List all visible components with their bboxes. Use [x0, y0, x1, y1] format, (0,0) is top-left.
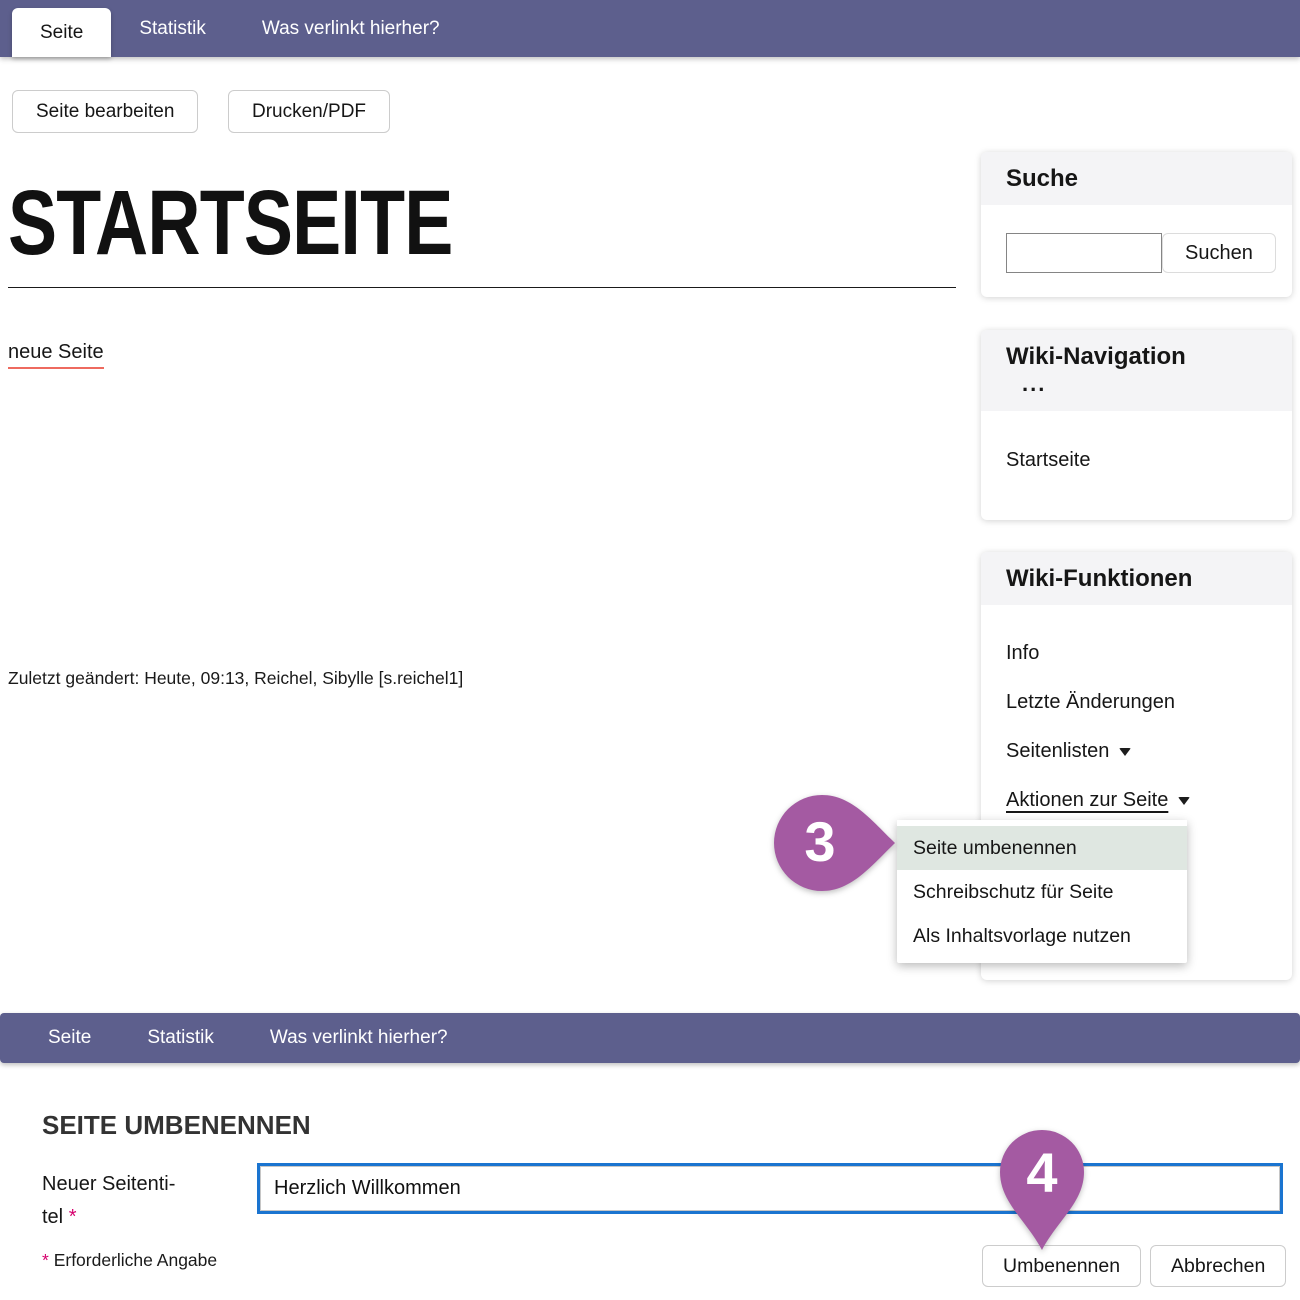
- tab-was-verlinkt-hierher[interactable]: Was verlinkt hierher?: [234, 0, 468, 57]
- top-tab-bar: Seite Statistik Was verlinkt hierher?: [0, 0, 1300, 57]
- tab-was-verlinkt-hierher-2[interactable]: Was verlinkt hierher?: [242, 1013, 476, 1063]
- menu-item-inhaltsvorlage[interactable]: Als Inhaltsvorlage nutzen: [897, 914, 1187, 958]
- tab-label: Seite: [40, 22, 83, 44]
- search-input[interactable]: [1006, 233, 1162, 273]
- last-modified-text: Zuletzt geändert: Heute, 09:13, Reichel,…: [8, 668, 463, 689]
- required-note: * Erforderliche Angabe: [42, 1250, 217, 1271]
- rename-cancel-button[interactable]: Abbrechen: [1150, 1245, 1286, 1287]
- tab-label: Seite: [48, 1027, 91, 1049]
- required-asterisk: *: [42, 1250, 49, 1270]
- wiki-functions-title: Wiki-Funktionen: [1006, 565, 1267, 593]
- search-panel-header: Suche: [981, 152, 1292, 205]
- bottom-tab-bar: Seite Statistik Was verlinkt hierher?: [0, 1013, 1300, 1063]
- rename-form-heading: SEITE UMBENENNEN: [42, 1110, 311, 1141]
- step-number: 4: [1026, 1141, 1057, 1204]
- missing-page-link[interactable]: neue Seite: [8, 341, 104, 369]
- edit-page-button[interactable]: Seite bearbeiten: [12, 90, 198, 133]
- new-title-label: Neuer Seitenti- tel *: [42, 1168, 242, 1234]
- tab-label: Was verlinkt hierher?: [262, 18, 440, 40]
- tab-label: Was verlinkt hierher?: [270, 1027, 448, 1049]
- ellipsis-expander-icon[interactable]: ...: [1006, 371, 1267, 401]
- wiki-navigation-header: Wiki-Navigation ...: [981, 330, 1292, 411]
- new-page-title-input[interactable]: [257, 1163, 1283, 1214]
- step-3-callout: 3: [772, 793, 897, 893]
- function-label: Info: [1006, 642, 1039, 664]
- search-panel: Suche Suchen: [981, 152, 1292, 297]
- tab-label: Statistik: [139, 18, 206, 40]
- wiki-functions-header: Wiki-Funktionen: [981, 552, 1292, 605]
- wiki-navigation-title: Wiki-Navigation: [1006, 343, 1267, 371]
- function-label: Aktionen zur Seite: [1006, 789, 1168, 811]
- label-line1: Neuer Seitenti-: [42, 1173, 175, 1195]
- required-note-text: Erforderliche Angabe: [54, 1250, 217, 1270]
- title-divider: [8, 287, 956, 288]
- page-actions-dropdown-menu: Seite umbenennen Schreibschutz für Seite…: [897, 820, 1187, 963]
- wiki-navigation-panel: Wiki-Navigation ... Startseite: [981, 330, 1292, 520]
- tab-seite[interactable]: Seite: [12, 8, 111, 57]
- function-link-letzte-aenderungen[interactable]: Letzte Änderungen: [1006, 691, 1267, 714]
- search-button[interactable]: Suchen: [1162, 233, 1276, 273]
- step-4-callout: 4: [998, 1128, 1086, 1252]
- page-title: STARTSEITE: [8, 177, 453, 269]
- menu-item-schreibschutz[interactable]: Schreibschutz für Seite: [897, 870, 1187, 914]
- tab-statistik-2[interactable]: Statistik: [119, 1013, 242, 1063]
- caret-down-icon: [1178, 797, 1190, 805]
- wiki-page: Seite Statistik Was verlinkt hierher? Se…: [0, 0, 1300, 1300]
- search-panel-title: Suche: [1006, 165, 1267, 193]
- caret-down-icon: [1119, 748, 1131, 756]
- tab-statistik[interactable]: Statistik: [111, 0, 234, 57]
- nav-link-startseite[interactable]: Startseite: [1006, 449, 1090, 471]
- tab-seite-2[interactable]: Seite: [20, 1013, 119, 1063]
- label-line2: tel: [42, 1206, 63, 1228]
- function-label: Seitenlisten: [1006, 740, 1109, 762]
- menu-item-seite-umbenennen[interactable]: Seite umbenennen: [897, 826, 1187, 870]
- step-number: 3: [804, 810, 835, 873]
- tab-label: Statistik: [147, 1027, 214, 1049]
- function-link-info[interactable]: Info: [1006, 642, 1267, 665]
- function-label: Letzte Änderungen: [1006, 691, 1175, 713]
- function-dropdown-seitenlisten[interactable]: Seitenlisten: [1006, 740, 1267, 763]
- required-asterisk: *: [69, 1206, 77, 1228]
- function-dropdown-aktionen-zur-seite[interactable]: Aktionen zur Seite: [1006, 789, 1267, 812]
- print-pdf-button[interactable]: Drucken/PDF: [228, 90, 390, 133]
